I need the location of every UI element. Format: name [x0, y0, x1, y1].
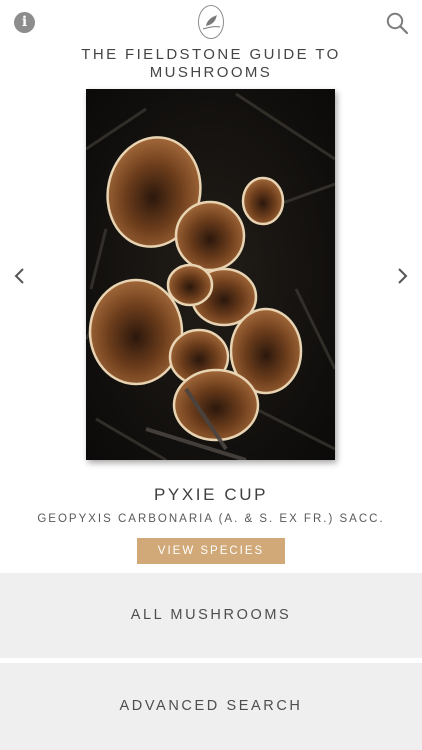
top-bar: i [0, 0, 422, 44]
mushroom-photo[interactable] [86, 89, 335, 460]
all-mushrooms-button[interactable]: ALL MUSHROOMS [0, 573, 422, 658]
search-icon[interactable] [385, 11, 409, 35]
species-scientific-name: GEOPYXIS CARBONARIA (A. & S. EX FR.) SAC… [37, 513, 385, 525]
mushroom-photo-art [86, 89, 335, 460]
view-species-button[interactable]: VIEW SPECIES [137, 538, 285, 564]
app-title: THE FIELDSTONE GUIDE TO MUSHROOMS [81, 46, 341, 81]
chevron-right-icon[interactable] [391, 263, 413, 289]
info-icon[interactable]: i [14, 12, 35, 33]
advanced-search-button[interactable]: ADVANCED SEARCH [0, 663, 422, 750]
chevron-left-icon[interactable] [9, 263, 31, 289]
bird-on-branch-icon [198, 5, 224, 39]
species-common-name: PYXIE CUP [153, 485, 269, 504]
